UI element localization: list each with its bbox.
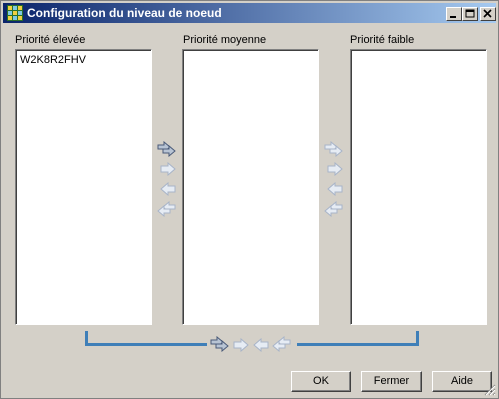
maximize-icon: [465, 9, 475, 18]
high-priority-list[interactable]: W2K8R2FHV: [15, 49, 152, 325]
move-left-icon[interactable]: [326, 181, 346, 197]
low-priority-list[interactable]: [350, 49, 487, 325]
ok-button[interactable]: OK: [291, 371, 351, 392]
list-item[interactable]: W2K8R2FHV: [20, 54, 86, 66]
help-button[interactable]: Aide: [432, 371, 492, 392]
dialog-window: Configuration du niveau de noeud Priorit…: [0, 0, 499, 399]
move-all-left-icon[interactable]: [157, 201, 177, 217]
connector-right-line: [297, 343, 419, 346]
minimize-button[interactable]: [446, 7, 462, 21]
connector-left-line: [85, 343, 207, 346]
low-priority-label: Priorité faible: [350, 34, 415, 46]
move-all-right-icon[interactable]: [157, 141, 177, 157]
app-grid-icon: [7, 5, 23, 21]
move-all-right-icon[interactable]: [210, 336, 230, 352]
resize-grip-icon[interactable]: [484, 384, 496, 396]
connector-right-leg: [416, 331, 419, 345]
move-left-icon[interactable]: [252, 337, 272, 353]
close-dialog-button[interactable]: Fermer: [361, 371, 422, 392]
move-right-icon[interactable]: [159, 161, 179, 177]
maximize-button[interactable]: [462, 7, 478, 21]
minimize-icon: [450, 16, 456, 18]
move-right-icon[interactable]: [232, 337, 252, 353]
close-button[interactable]: [480, 7, 496, 21]
move-left-icon[interactable]: [159, 181, 179, 197]
close-icon: [483, 9, 492, 18]
high-priority-label: Priorité élevée: [15, 34, 86, 46]
medium-priority-label: Priorité moyenne: [183, 34, 267, 46]
title-bar[interactable]: Configuration du niveau de noeud: [3, 3, 496, 23]
window-title: Configuration du niveau de noeud: [27, 6, 222, 20]
move-all-left-icon[interactable]: [272, 336, 292, 352]
move-all-right-icon[interactable]: [324, 141, 344, 157]
move-right-icon[interactable]: [326, 161, 346, 177]
medium-priority-list[interactable]: [182, 49, 319, 325]
move-all-left-icon[interactable]: [324, 201, 344, 217]
